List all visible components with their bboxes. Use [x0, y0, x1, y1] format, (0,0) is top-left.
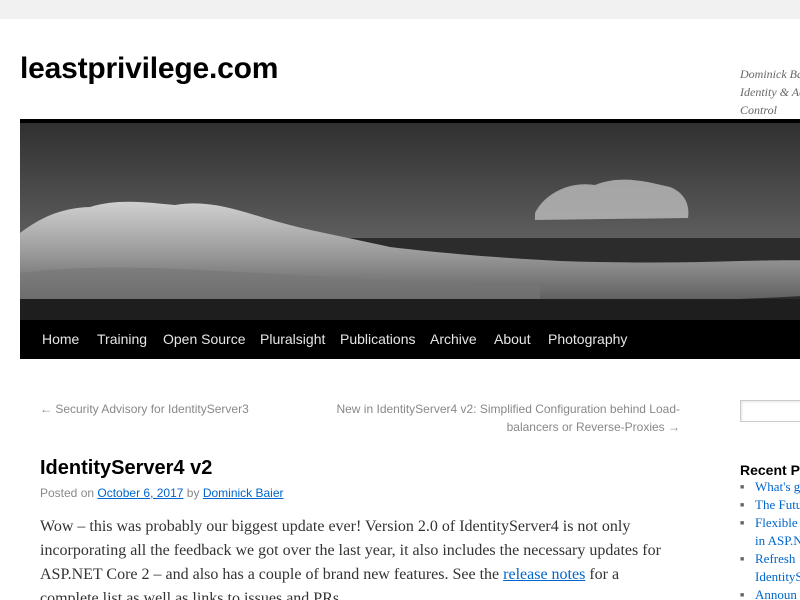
- post-title: IdentityServer4 v2: [40, 457, 213, 479]
- post-author-link[interactable]: Dominick Baier: [203, 486, 284, 500]
- nav-item-training[interactable]: Training: [97, 320, 147, 359]
- release-notes-link[interactable]: release notes: [503, 566, 585, 583]
- recent-post-link[interactable]: Refresh: [755, 551, 795, 566]
- recent-post-link[interactable]: Flexible: [755, 515, 798, 530]
- nav-item-open-source[interactable]: Open Source: [163, 320, 246, 359]
- by-label: by: [186, 486, 200, 500]
- post-date-link[interactable]: October 6, 2017: [97, 486, 183, 500]
- next-post-nav: New in IdentityServer4 v2: Simplified Co…: [300, 400, 680, 436]
- nav-item-photography[interactable]: Photography: [548, 320, 627, 359]
- nav-item-about[interactable]: About: [494, 320, 531, 359]
- list-item: What's g: [740, 478, 800, 496]
- list-item: The Futu: [740, 496, 800, 514]
- recent-post-link-continued[interactable]: in ASP.N: [755, 533, 800, 548]
- site-title[interactable]: leastprivilege.com: [20, 52, 278, 86]
- nav-item-pluralsight[interactable]: Pluralsight: [260, 320, 325, 359]
- recent-posts-title: Recent Posts: [740, 462, 800, 478]
- recent-posts-list: What's g The Futu Flexible in ASP.N Refre…: [740, 478, 800, 600]
- recent-post-link[interactable]: What's g: [755, 479, 800, 494]
- recent-post-link-continued[interactable]: IdentityS: [755, 569, 800, 584]
- nav-item-archive[interactable]: Archive: [430, 320, 477, 359]
- search-input[interactable]: [740, 400, 800, 422]
- header-photo: [20, 123, 800, 320]
- list-item: Announ: [740, 586, 800, 600]
- posted-on-label: Posted on: [40, 486, 95, 500]
- site-tagline: Dominick Baier on Identity & Access Cont…: [740, 67, 800, 117]
- list-item: Flexible in ASP.N: [740, 514, 800, 550]
- nav-item-publications[interactable]: Publications: [340, 320, 416, 359]
- main-navigation: Home Training Open Source Pluralsight Pu…: [20, 320, 800, 359]
- next-post-link[interactable]: New in IdentityServer4 v2: Simplified Co…: [336, 402, 680, 434]
- post-content: Wow – this was probably our biggest upda…: [40, 515, 680, 600]
- post-meta: Posted on October 6, 2017 by Dominick Ba…: [40, 484, 284, 502]
- previous-post-link[interactable]: ← Security Advisory for IdentityServer3: [40, 402, 249, 416]
- recent-post-link[interactable]: The Futu: [755, 497, 800, 512]
- list-item: Refresh IdentityS: [740, 550, 800, 586]
- previous-post-nav: ← Security Advisory for IdentityServer3: [40, 400, 249, 418]
- recent-post-link[interactable]: Announ: [755, 587, 797, 600]
- page: leastprivilege.com Dominick Baier on Ide…: [0, 19, 800, 600]
- nav-item-home[interactable]: Home: [42, 320, 79, 359]
